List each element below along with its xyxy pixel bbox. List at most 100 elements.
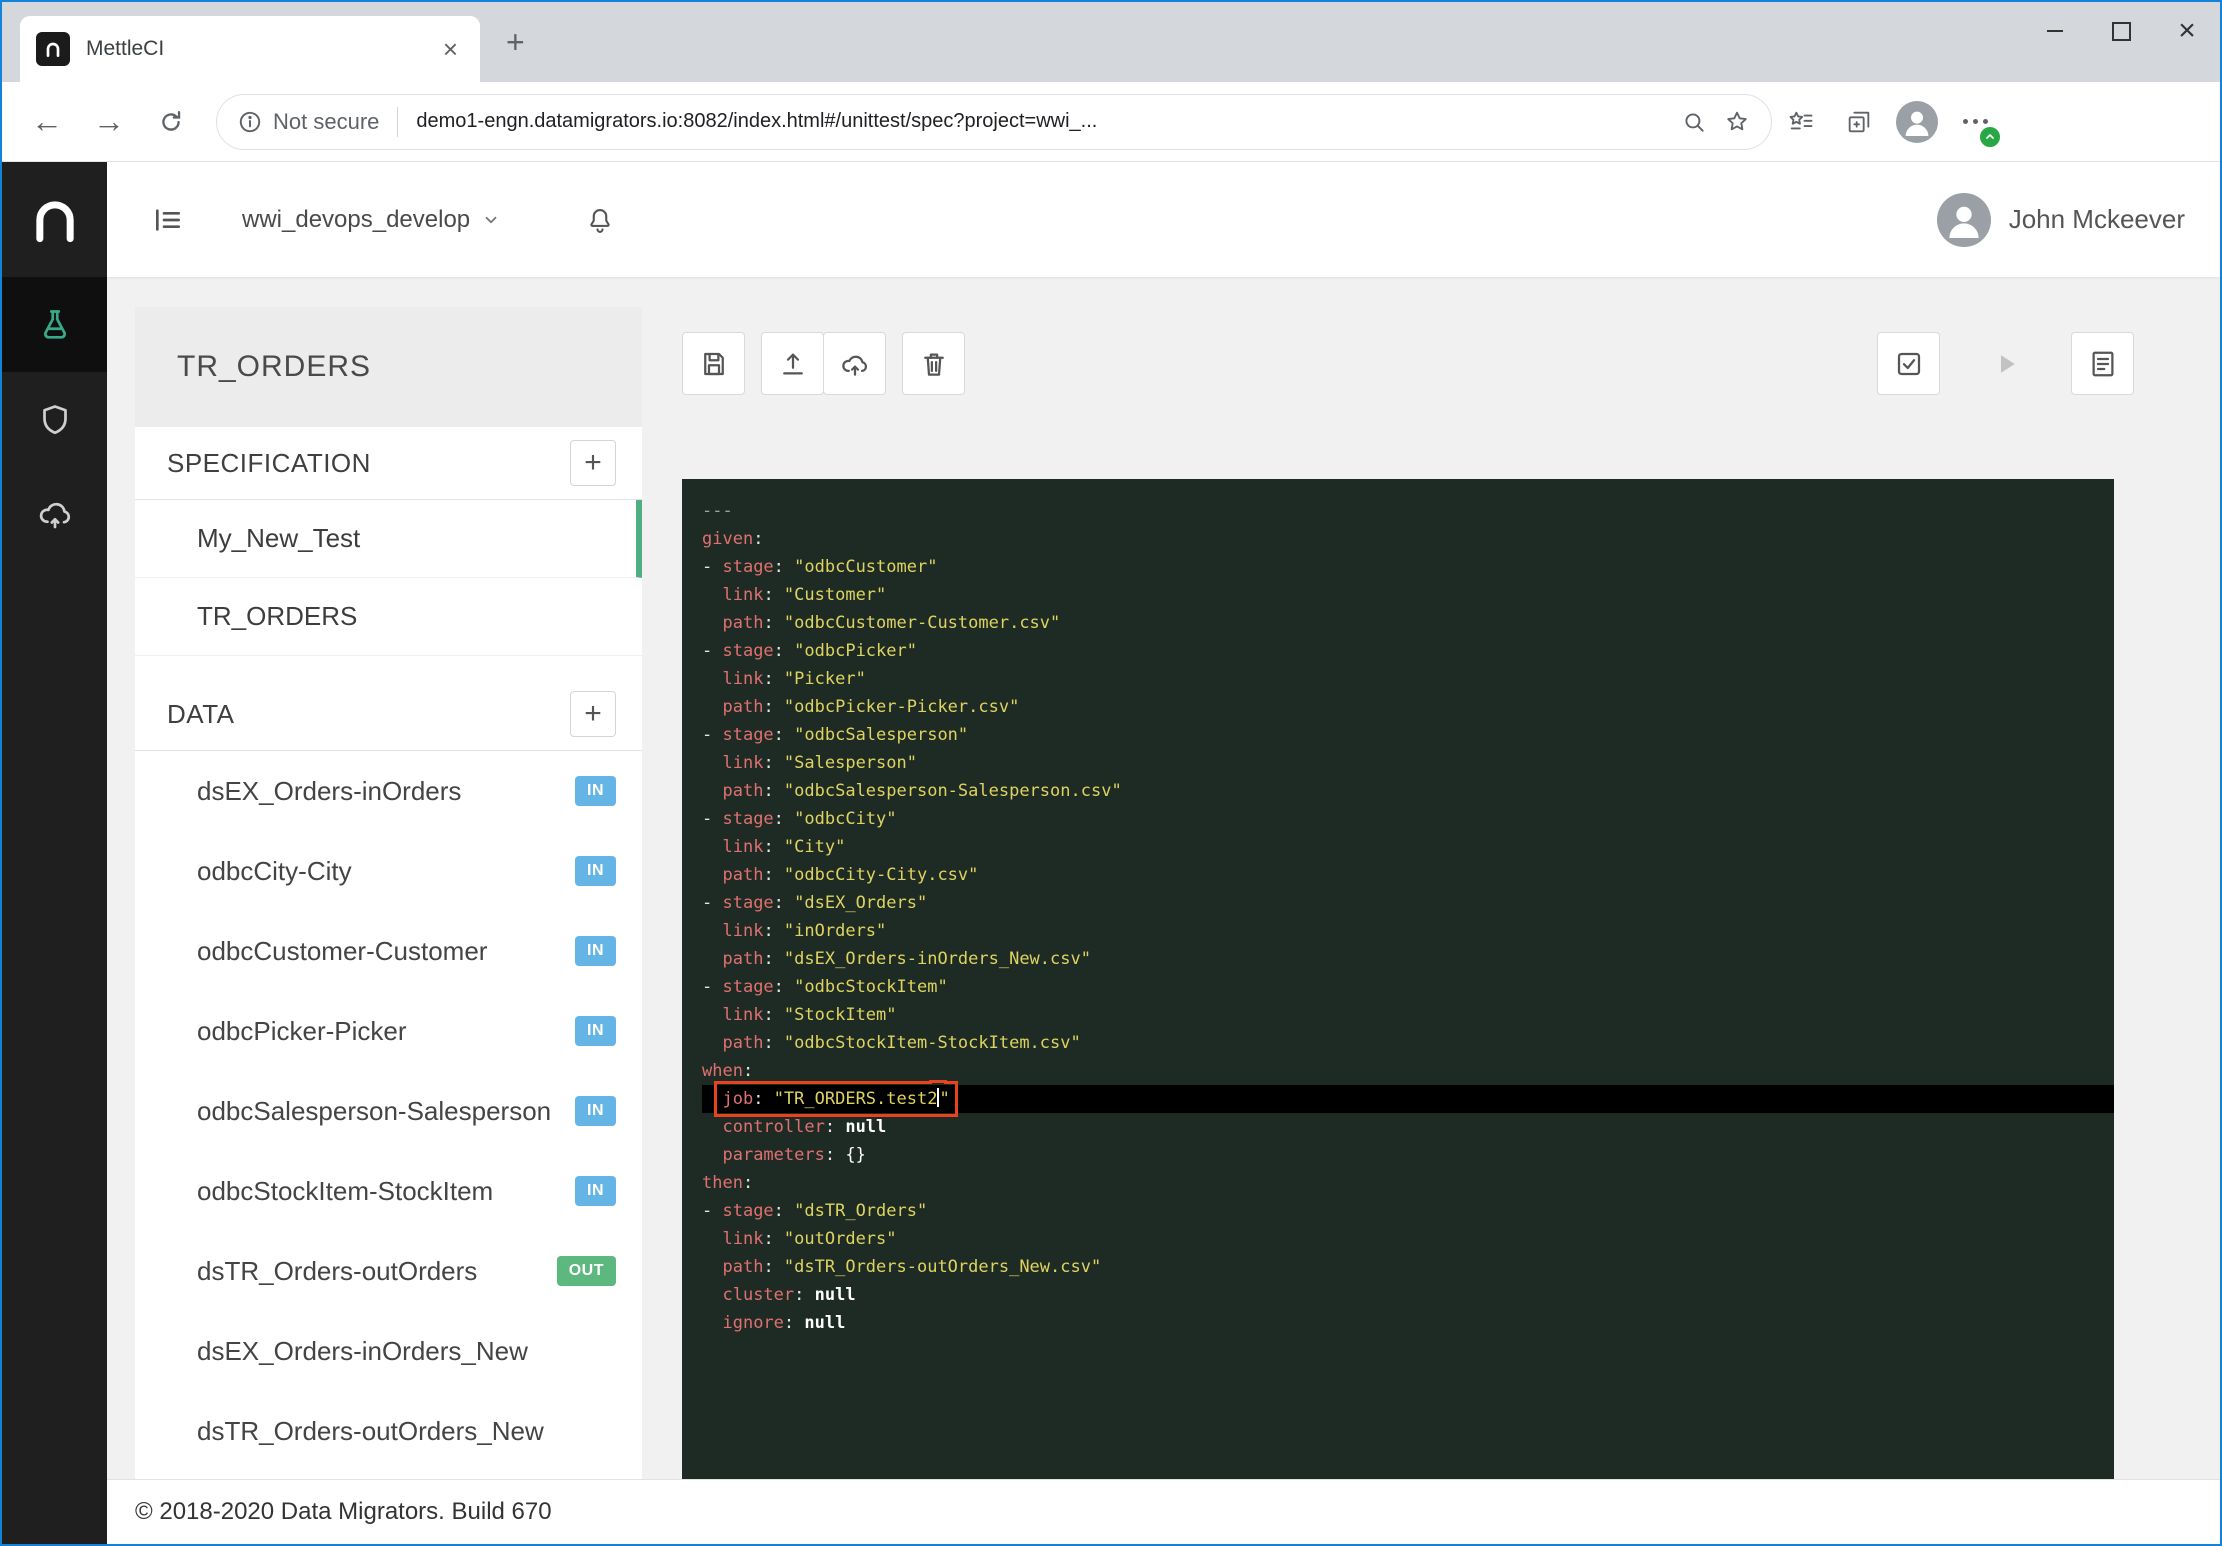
sidebar-item-tests[interactable]	[2, 277, 107, 372]
save-button[interactable]	[682, 332, 745, 395]
code-token: "odbcStockItem"	[794, 977, 948, 997]
code-token: when	[702, 1061, 743, 1081]
sidebar-nav	[2, 277, 107, 562]
minimize-button[interactable]	[2022, 2, 2088, 60]
data-item-dsTR_Orders-outOrders[interactable]: dsTR_Orders-outOrdersOUT	[135, 1231, 642, 1311]
search-icon[interactable]	[1681, 109, 1707, 135]
data-item-dsTR_Orders-outOrders_New[interactable]: dsTR_Orders-outOrders_New	[135, 1391, 642, 1471]
run-button[interactable]	[1974, 332, 2037, 395]
user-menu[interactable]: John Mckeever	[1937, 193, 2185, 247]
code-line[interactable]: ---	[702, 497, 2114, 525]
maximize-button[interactable]	[2088, 2, 2154, 60]
code-line[interactable]: link: "inOrders"	[702, 917, 2114, 945]
code-line[interactable]: link: "City"	[702, 833, 2114, 861]
browser-profile-button[interactable]	[1888, 93, 1946, 151]
code-token: -	[702, 977, 722, 997]
spec-item-TR_ORDERS[interactable]: TR_ORDERS	[135, 578, 642, 656]
code-line[interactable]: - stage: "dsTR_Orders"	[702, 1197, 2114, 1225]
code-line[interactable]: - stage: "dsEX_Orders"	[702, 889, 2114, 917]
update-available-badge	[1978, 125, 2002, 149]
code-line[interactable]: path: "odbcCustomer-Customer.csv"	[702, 609, 2114, 637]
code-token: :	[763, 697, 783, 717]
data-item-label: dsTR_Orders-outOrders	[197, 1256, 477, 1287]
favorite-star-icon[interactable]	[1723, 108, 1751, 136]
browser-tab[interactable]: MettleCI ×	[20, 16, 480, 82]
code-line[interactable]: parameters: {}	[702, 1141, 2114, 1169]
button-group	[761, 332, 886, 395]
code-line[interactable]: - stage: "odbcCustomer"	[702, 553, 2114, 581]
back-button[interactable]: ←	[16, 91, 78, 153]
code-line[interactable]: link: "Salesperson"	[702, 749, 2114, 777]
add-data-button[interactable]: +	[570, 691, 616, 737]
data-item-label: dsEX_Orders-inOrders_New	[197, 1336, 528, 1367]
code-token: :	[763, 613, 783, 633]
code-line[interactable]: - stage: "odbcSalesperson"	[702, 721, 2114, 749]
data-item-odbcPicker-Picker[interactable]: odbcPicker-PickerIN	[135, 991, 642, 1071]
project-dropdown[interactable]: wwi_devops_develop	[242, 206, 500, 234]
favorites-bar-icon[interactable]	[1772, 93, 1830, 151]
code-line[interactable]: path: "odbcPicker-Picker.csv"	[702, 693, 2114, 721]
forward-button[interactable]: →	[78, 91, 140, 153]
code-token: path	[722, 1033, 763, 1053]
security-chip[interactable]: Not secure	[237, 109, 379, 135]
spec-panel: TR_ORDERS SPECIFICATION + My_New_TestTR_…	[135, 307, 642, 1479]
delete-button[interactable]	[902, 332, 965, 395]
sidebar-item-deploy[interactable]	[2, 467, 107, 562]
data-item-odbcSalesperson-Salesperson[interactable]: odbcSalesperson-SalespersonIN	[135, 1071, 642, 1151]
code-line[interactable]: - stage: "odbcStockItem"	[702, 973, 2114, 1001]
code-token	[702, 753, 722, 773]
address-bar[interactable]: Not secure demo1-engn.datamigrators.io:8…	[216, 94, 1772, 150]
button-group	[1974, 332, 2037, 395]
cloud-upload-button[interactable]	[823, 332, 886, 395]
data-item-dsEX_Orders-inOrders[interactable]: dsEX_Orders-inOrdersIN	[135, 751, 642, 831]
code-line[interactable]: path: "odbcStockItem-StockItem.csv"	[702, 1029, 2114, 1057]
sidebar-toggle-icon[interactable]	[152, 204, 184, 236]
reload-button[interactable]	[140, 91, 202, 153]
chevron-down-icon	[482, 211, 500, 229]
code-line[interactable]: ignore: null	[702, 1309, 2114, 1337]
code-line[interactable]: link: "Picker"	[702, 665, 2114, 693]
code-line[interactable]: path: "odbcSalesperson-Salesperson.csv"	[702, 777, 2114, 805]
tab-title: MettleCI	[86, 37, 437, 61]
data-item-odbcCustomer-Customer[interactable]: odbcCustomer-CustomerIN	[135, 911, 642, 991]
code-token	[702, 781, 722, 801]
code-line[interactable]: then:	[702, 1169, 2114, 1197]
report-button[interactable]	[2071, 332, 2134, 395]
code-line[interactable]: cluster: null	[702, 1281, 2114, 1309]
delete-icon	[919, 349, 949, 379]
collections-icon[interactable]	[1830, 93, 1888, 151]
browser-tab-strip: MettleCI × + ×	[2, 2, 2220, 82]
sidebar-item-security[interactable]	[2, 372, 107, 467]
new-tab-button[interactable]: +	[496, 16, 535, 68]
close-button[interactable]: ×	[2154, 2, 2220, 60]
spec-item-My_New_Test[interactable]: My_New_Test	[135, 500, 642, 578]
app-main: wwi_devops_develop John Mckeever TR_ORDE…	[107, 162, 2220, 1544]
code-line[interactable]: link: "StockItem"	[702, 1001, 2114, 1029]
data-item-odbcStockItem-StockItem[interactable]: odbcStockItem-StockItemIN	[135, 1151, 642, 1231]
tab-close-icon[interactable]: ×	[437, 34, 464, 64]
data-item-odbcCity-City[interactable]: odbcCity-CityIN	[135, 831, 642, 911]
code-line[interactable]: path: "odbcCity-City.csv"	[702, 861, 2114, 889]
code-token: path	[722, 613, 763, 633]
code-token: path	[722, 865, 763, 885]
code-line[interactable]: path: "dsTR_Orders-outOrders_New.csv"	[702, 1253, 2114, 1281]
upload-button[interactable]	[761, 332, 824, 395]
code-line[interactable]: link: "outOrders"	[702, 1225, 2114, 1253]
code-line[interactable]: given:	[702, 525, 2114, 553]
yaml-editor[interactable]: ---given:- stage: "odbcCustomer" link: "…	[682, 479, 2114, 1481]
code-token: path	[722, 781, 763, 801]
code-line[interactable]: path: "dsEX_Orders-inOrders_New.csv"	[702, 945, 2114, 973]
data-item-label: dsEX_Orders-inOrders	[197, 776, 461, 807]
code-line-active[interactable]: job: "TR_ORDERS.test2"	[702, 1085, 2114, 1113]
browser-menu-button[interactable]	[1946, 93, 2004, 151]
validate-button[interactable]	[1877, 332, 1940, 395]
add-specification-button[interactable]: +	[570, 440, 616, 486]
code-line[interactable]: - stage: "odbcCity"	[702, 805, 2114, 833]
code-token: "odbcSalesperson-Salesperson.csv"	[784, 781, 1122, 801]
notifications-button[interactable]	[585, 205, 615, 235]
code-line[interactable]: controller: null	[702, 1113, 2114, 1141]
data-item-dsEX_Orders-inOrders_New[interactable]: dsEX_Orders-inOrders_New	[135, 1311, 642, 1391]
code-line[interactable]: - stage: "odbcPicker"	[702, 637, 2114, 665]
code-line[interactable]: when:	[702, 1057, 2114, 1085]
code-line[interactable]: link: "Customer"	[702, 581, 2114, 609]
